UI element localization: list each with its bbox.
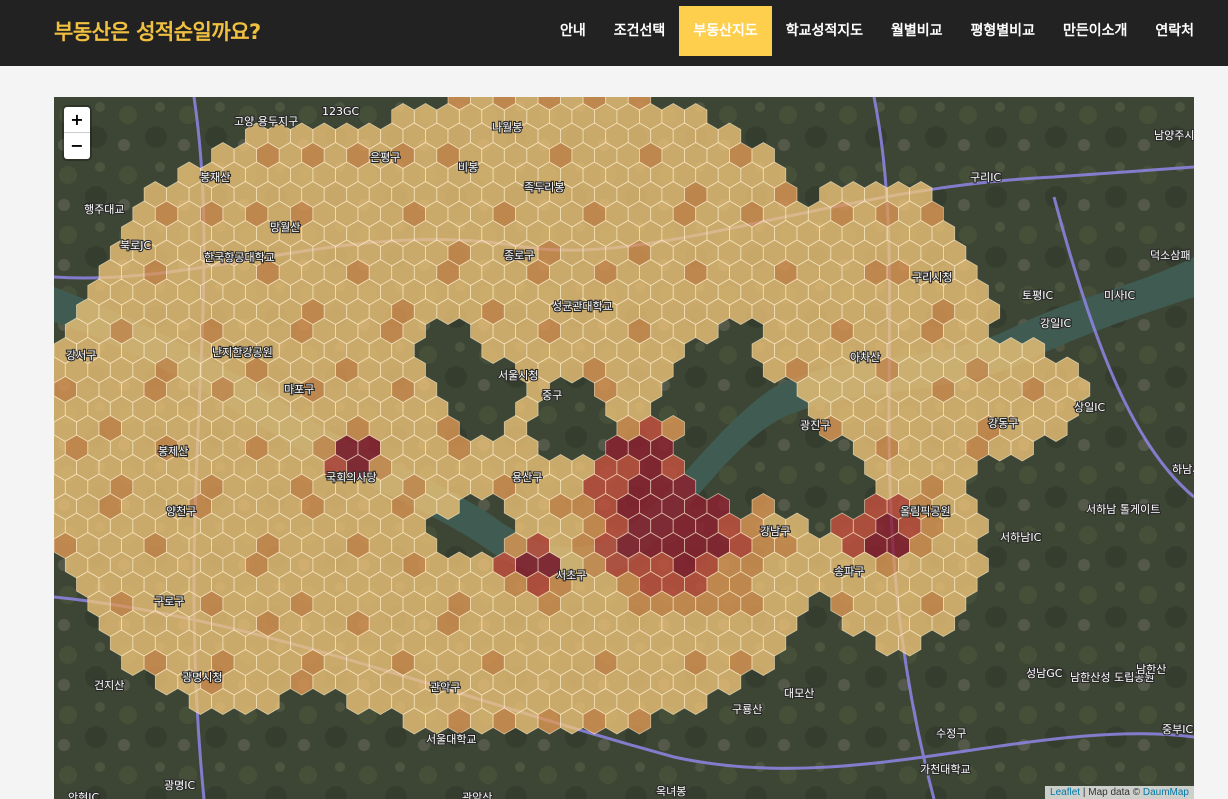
main-nav: 안내 조건선택 부동산지도 학교성적지도 월별비교 평형별비교 만든이소개 연락… <box>546 6 1208 56</box>
map-place-label: 관악산 <box>462 791 492 799</box>
map-place-label: 올림픽공원 <box>900 505 951 518</box>
map-place-label: 성균관대학교 <box>552 300 613 313</box>
nav-contact[interactable]: 연락처 <box>1141 6 1208 56</box>
map-place-label: 안현JC <box>68 791 99 799</box>
map-place-label: 토평IC <box>1022 289 1053 302</box>
map-place-label: 상일IC <box>1074 400 1105 414</box>
map-place-label: 구로구 <box>154 595 184 608</box>
map-place-label: 남한산 <box>1136 663 1166 676</box>
map-place-label: 남양주시청 <box>1154 129 1194 142</box>
map-place-label: 용산구 <box>512 471 542 484</box>
map-place-label: 강일IC <box>1040 316 1071 330</box>
nav-condition-select[interactable]: 조건선택 <box>600 6 680 56</box>
map-place-label: 봉제산 <box>158 445 188 458</box>
map-place-label: 옥녀봉 <box>656 785 686 798</box>
map-place-label: 중부IC <box>1162 723 1193 736</box>
map-place-label: 123GC <box>322 105 360 118</box>
nav-school-score-map[interactable]: 학교성적지도 <box>772 6 877 56</box>
map-place-label: 비봉 <box>458 161 478 174</box>
realestate-map[interactable]: 고양 용두지구 123GC 은평구 나월봉봉재산 비봉족두리봉망월산한국항공대학교 종로구… <box>54 97 1194 799</box>
map-place-label: 마포구 <box>284 383 314 396</box>
nav-about-maker[interactable]: 만든이소개 <box>1049 6 1141 56</box>
map-place-label: 종로구 <box>504 249 534 262</box>
map-place-label: 나월봉 <box>492 121 522 134</box>
map-place-label: 양천구 <box>166 504 196 518</box>
map-place-label: 강서구 <box>66 349 96 362</box>
attribution-text: | Map data © <box>1082 787 1141 798</box>
map-place-label: 송파구 <box>834 565 864 578</box>
map-place-label: 구룡산 <box>732 703 762 716</box>
map-place-label: 구리시청 <box>912 271 952 284</box>
map-place-label: 광명시청 <box>182 671 222 684</box>
daummap-link[interactable]: DaumMap <box>1143 787 1189 798</box>
nav-realestate-map[interactable]: 부동산지도 <box>679 6 772 56</box>
map-place-label: 난지한강공원 <box>212 346 273 359</box>
top-navbar: 부동산은 성적순일까요? 안내 조건선택 부동산지도 학교성적지도 월별비교 평… <box>0 0 1228 66</box>
map-place-label: 고양 용두지구 <box>234 115 298 128</box>
map-place-label: 수정구 <box>936 727 966 740</box>
map-place-label: 서하남 톨게이트 <box>1086 502 1160 516</box>
map-place-label: 건지산 <box>94 679 124 692</box>
map-place-label: 강동구 <box>988 417 1018 430</box>
site-brand[interactable]: 부동산은 성적순일까요? <box>54 16 261 46</box>
nav-intro[interactable]: 안내 <box>546 6 600 56</box>
map-place-label: 강남구 <box>760 525 790 538</box>
map-place-label: 중구 <box>542 389 562 402</box>
zoom-control: + − <box>64 107 90 159</box>
map-place-label: 미사IC <box>1104 289 1135 302</box>
map-place-label: 구리IC <box>970 171 1001 184</box>
map-place-label: 은평구 <box>370 151 400 164</box>
map-canvas[interactable]: 고양 용두지구 123GC 은평구 나월봉봉재산 비봉족두리봉망월산한국항공대학교 종로구… <box>54 97 1194 799</box>
map-place-label: 서초구 <box>556 569 586 582</box>
map-place-label: 봉재산 <box>200 171 230 184</box>
map-place-label: 서하남IC <box>1000 530 1042 544</box>
map-place-label: 서울대학교 <box>426 733 477 746</box>
map-place-label: 행주대교 <box>84 203 124 216</box>
map-place-label: 성남GC <box>1026 667 1063 680</box>
map-place-label: 서울시청 <box>498 369 538 382</box>
map-attribution: Leaflet | Map data © DaumMap <box>1045 786 1194 799</box>
map-place-label: 하남시청 <box>1172 462 1194 476</box>
map-place-label: 국회의사당 <box>326 471 377 484</box>
leaflet-link[interactable]: Leaflet <box>1050 787 1080 798</box>
map-place-label: 광진구 <box>800 419 830 432</box>
nav-size-compare[interactable]: 평형별비교 <box>957 6 1049 56</box>
map-place-label: 한국항공대학교 <box>204 251 275 264</box>
map-place-label: 아차산 <box>850 351 880 364</box>
zoom-out-button[interactable]: − <box>64 133 90 159</box>
map-place-label: 가천대학교 <box>920 762 971 776</box>
map-place-label: 관악구 <box>430 681 460 694</box>
map-place-label: 북로JC <box>120 239 151 252</box>
map-place-label: 덕소삼패 <box>1150 249 1190 262</box>
map-place-label: 대모산 <box>784 687 814 700</box>
map-place-label: 망월산 <box>270 221 300 234</box>
zoom-in-button[interactable]: + <box>64 107 90 133</box>
nav-monthly-compare[interactable]: 월별비교 <box>877 6 957 56</box>
map-place-label: 광명IC <box>164 779 195 792</box>
map-place-label: 족두리봉 <box>524 181 564 194</box>
